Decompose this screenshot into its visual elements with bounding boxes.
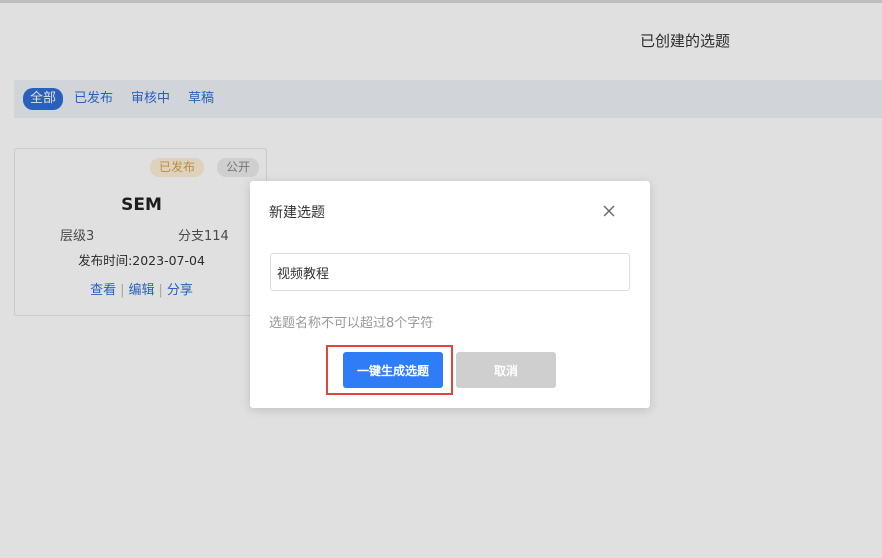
close-icon[interactable] [600, 202, 618, 220]
new-topic-dialog: 新建选题 选题名称不可以超过8个字符 一键生成选题 取消 [250, 181, 650, 408]
input-hint: 选题名称不可以超过8个字符 [269, 316, 434, 331]
generate-topic-button[interactable]: 一键生成选题 [343, 352, 443, 388]
topic-name-input[interactable] [270, 253, 630, 291]
cancel-button[interactable]: 取消 [456, 352, 556, 388]
dialog-title: 新建选题 [269, 205, 325, 221]
